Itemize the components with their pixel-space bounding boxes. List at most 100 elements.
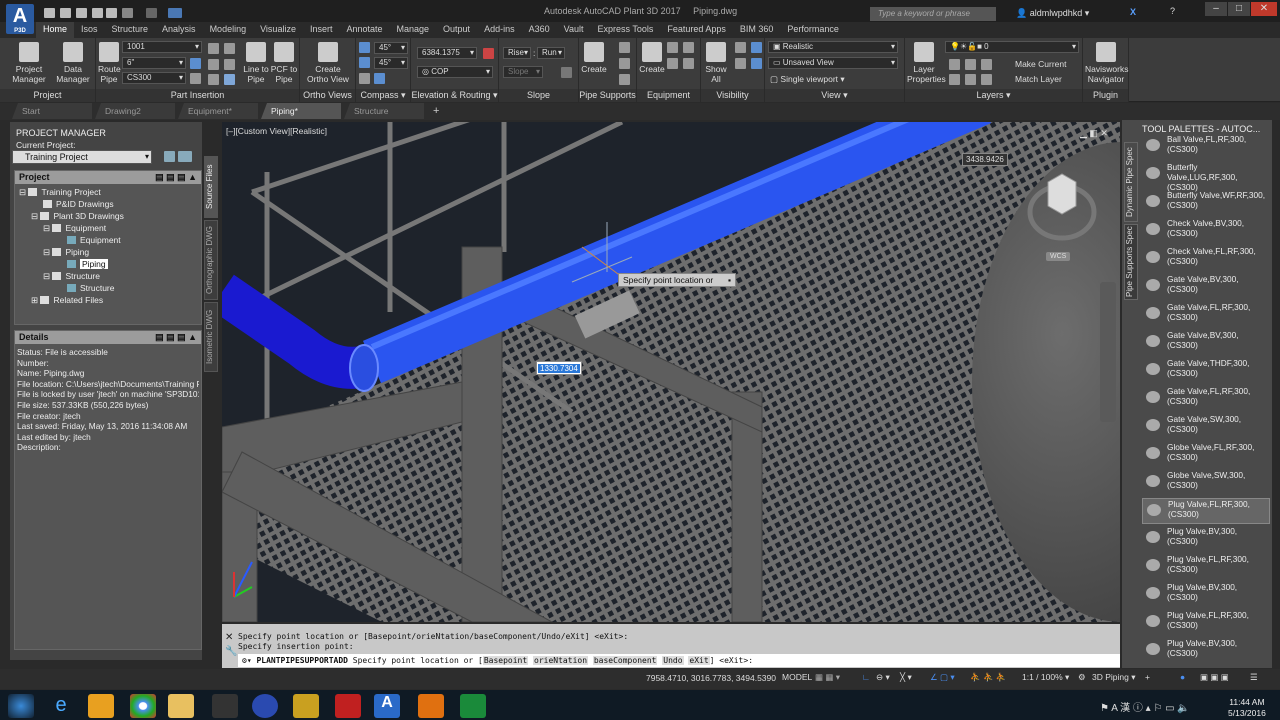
3d-model-view[interactable] xyxy=(222,122,1120,622)
line-to-pipe-button[interactable]: Line to Pipe xyxy=(242,42,270,84)
save-as-icon[interactable] xyxy=(92,8,103,18)
drawing-viewport[interactable]: [–][Custom View][Realistic] ▁ ◧ ✕ 3438.9… xyxy=(222,122,1120,622)
model-space-button[interactable]: MODEL xyxy=(782,672,812,685)
elevation-pick-icon[interactable] xyxy=(483,48,494,59)
save-icon[interactable] xyxy=(76,8,87,18)
layer-select[interactable]: 💡☀🔓■ 0 xyxy=(945,41,1079,53)
side-tab-source-files[interactable]: Source Files xyxy=(204,156,218,218)
file-tab-drawing2[interactable]: Drawing2 xyxy=(95,103,175,119)
acrobat-icon[interactable] xyxy=(335,694,361,718)
workspace-switch[interactable]: 3D Piping ▾ xyxy=(1092,672,1136,685)
compass-icon[interactable] xyxy=(359,42,370,53)
tree-item[interactable]: P&ID Drawings xyxy=(19,198,201,210)
panel-label[interactable]: Layers ▾ xyxy=(905,89,1082,102)
support-icon-3[interactable] xyxy=(619,74,630,85)
ortho-icon[interactable]: ∟ xyxy=(862,672,870,685)
tab-performance[interactable]: Performance xyxy=(780,22,846,38)
equipment-icon-3[interactable] xyxy=(667,58,678,69)
show-all-button[interactable]: Show All xyxy=(703,42,729,84)
file-tab-piping[interactable]: Piping* xyxy=(261,103,341,119)
new-tab-button[interactable]: + xyxy=(427,103,445,120)
open-icon[interactable] xyxy=(60,8,71,18)
project-tools-icon[interactable] xyxy=(178,151,192,162)
tree-item[interactable]: ⊞ Related Files xyxy=(19,294,201,306)
option-exit[interactable]: eXit xyxy=(688,656,710,665)
option-basepoint[interactable]: Basepoint xyxy=(482,656,529,665)
elevation-input[interactable]: 6384.1375 xyxy=(417,47,477,59)
annotation-icon[interactable]: ⛹ ⛹ ⛹ xyxy=(970,672,1006,685)
isolate-icon[interactable] xyxy=(751,42,762,53)
print-icon[interactable] xyxy=(106,8,117,18)
annotation-scale[interactable]: 1:1 / 100% ▾ xyxy=(1022,672,1069,685)
tab-analysis[interactable]: Analysis xyxy=(155,22,203,38)
minimize-button[interactable]: – xyxy=(1205,2,1227,16)
tab-annotate[interactable]: Annotate xyxy=(339,22,389,38)
app-icon-3[interactable] xyxy=(293,694,319,718)
angle-select-1[interactable]: 45° xyxy=(374,42,408,54)
create-pipe-support-button[interactable]: Create xyxy=(581,42,607,74)
project-manager-button[interactable]: Project Manager xyxy=(6,42,52,84)
palette-item[interactable]: Gate Valve,THDF,300, (CS300) xyxy=(1142,358,1270,384)
palette-item[interactable]: Butterfly Valve,WF,RF,300, (CS300) xyxy=(1142,190,1270,216)
viewport-config-button[interactable]: ▢ Single viewport ▾ xyxy=(770,74,845,85)
tab-home[interactable]: Home xyxy=(36,22,75,38)
tab-visualize[interactable]: Visualize xyxy=(253,22,303,38)
compass-display-icon[interactable] xyxy=(374,73,385,84)
viewport-window-controls[interactable]: ▁ ◧ ✕ xyxy=(1080,128,1108,139)
app-icon-4[interactable] xyxy=(418,694,444,718)
internet-explorer-icon[interactable]: e xyxy=(48,694,74,718)
layer-tool-icon-1[interactable] xyxy=(949,59,960,70)
navisworks-navigator-button[interactable]: Navisworks Navigator xyxy=(1085,42,1128,84)
option-undo[interactable]: Undo xyxy=(662,656,684,665)
customize-icon[interactable]: ☰ xyxy=(1250,672,1258,685)
start-button[interactable] xyxy=(8,694,34,718)
properties-icon[interactable] xyxy=(224,43,235,54)
stub-icon[interactable] xyxy=(208,59,219,70)
layer-properties-button[interactable]: Layer Properties xyxy=(907,42,946,84)
slope-icon[interactable] xyxy=(561,67,572,78)
file-tab-start[interactable]: Start xyxy=(12,103,92,119)
data-manager-button[interactable]: Data Manager xyxy=(52,42,94,84)
slope-input[interactable]: Slope xyxy=(503,66,543,78)
bend-icon[interactable] xyxy=(224,74,235,85)
tree-item[interactable]: Structure xyxy=(19,282,201,294)
palette-item[interactable]: Plug Valve,FL,RF,300, (CS300) xyxy=(1142,498,1270,524)
layer-tool-icon-3[interactable] xyxy=(981,59,992,70)
tab-manage[interactable]: Manage xyxy=(390,22,437,38)
layer-tool-icon-4[interactable] xyxy=(949,74,960,85)
palette-item[interactable]: Plug Valve,BV,300, (CS300) xyxy=(1142,582,1270,608)
hide-icon[interactable] xyxy=(735,42,746,53)
tab-modeling[interactable]: Modeling xyxy=(203,22,254,38)
maximize-button[interactable]: □ xyxy=(1228,2,1250,16)
size-toggle-icon[interactable] xyxy=(190,58,201,69)
project-setup-icon[interactable] xyxy=(164,151,175,162)
tree-item[interactable]: ⊟ Plant 3D Drawings xyxy=(19,210,201,222)
tab-a360[interactable]: A360 xyxy=(522,22,557,38)
equipment-icon-1[interactable] xyxy=(667,42,678,53)
dimension-input-1[interactable]: 3438.9426 xyxy=(962,153,1008,166)
close-button[interactable]: ✕ xyxy=(1251,2,1277,16)
palette-tab-dynamic-pipe-spec[interactable]: Dynamic Pipe Spec xyxy=(1124,142,1138,222)
palette-item[interactable]: Gate Valve,FL,RF,300, (CS300) xyxy=(1142,386,1270,412)
file-tab-equipment[interactable]: Equipment* xyxy=(178,103,258,119)
tag-icon[interactable] xyxy=(208,43,219,54)
camtasia-icon[interactable] xyxy=(460,694,486,718)
visual-style-select[interactable]: ▣ Realistic xyxy=(768,41,898,53)
tab-structure[interactable]: Structure xyxy=(105,22,156,38)
tree-item-selected[interactable]: Piping xyxy=(19,258,201,270)
palette-item[interactable]: Check Valve,BV,300, (CS300) xyxy=(1142,218,1270,244)
palette-item[interactable]: Gate Valve,BV,300, (CS300) xyxy=(1142,274,1270,300)
panel-label[interactable]: View ▾ xyxy=(765,89,904,102)
tab-add-ins[interactable]: Add-ins xyxy=(477,22,522,38)
tee-icon[interactable] xyxy=(190,73,201,84)
palette-item[interactable]: Gate Valve,BV,300, (CS300) xyxy=(1142,330,1270,356)
palette-item[interactable]: Gate Valve,FL,RF,300, (CS300) xyxy=(1142,302,1270,328)
palette-item[interactable]: Butterfly Valve,LUG,RF,300, (CS300) xyxy=(1142,162,1270,192)
panel-label[interactable]: Elevation & Routing ▾ xyxy=(411,89,498,102)
spec-select[interactable]: CS300 xyxy=(122,72,186,84)
palette-item[interactable]: Plug Valve,FL,RF,300, (CS300) xyxy=(1142,610,1270,636)
tab-isos[interactable]: Isos xyxy=(74,22,105,38)
option-orientation[interactable]: orieNtation xyxy=(533,656,589,665)
app-icon-2[interactable] xyxy=(252,694,278,718)
tree-item[interactable]: Equipment xyxy=(19,234,201,246)
